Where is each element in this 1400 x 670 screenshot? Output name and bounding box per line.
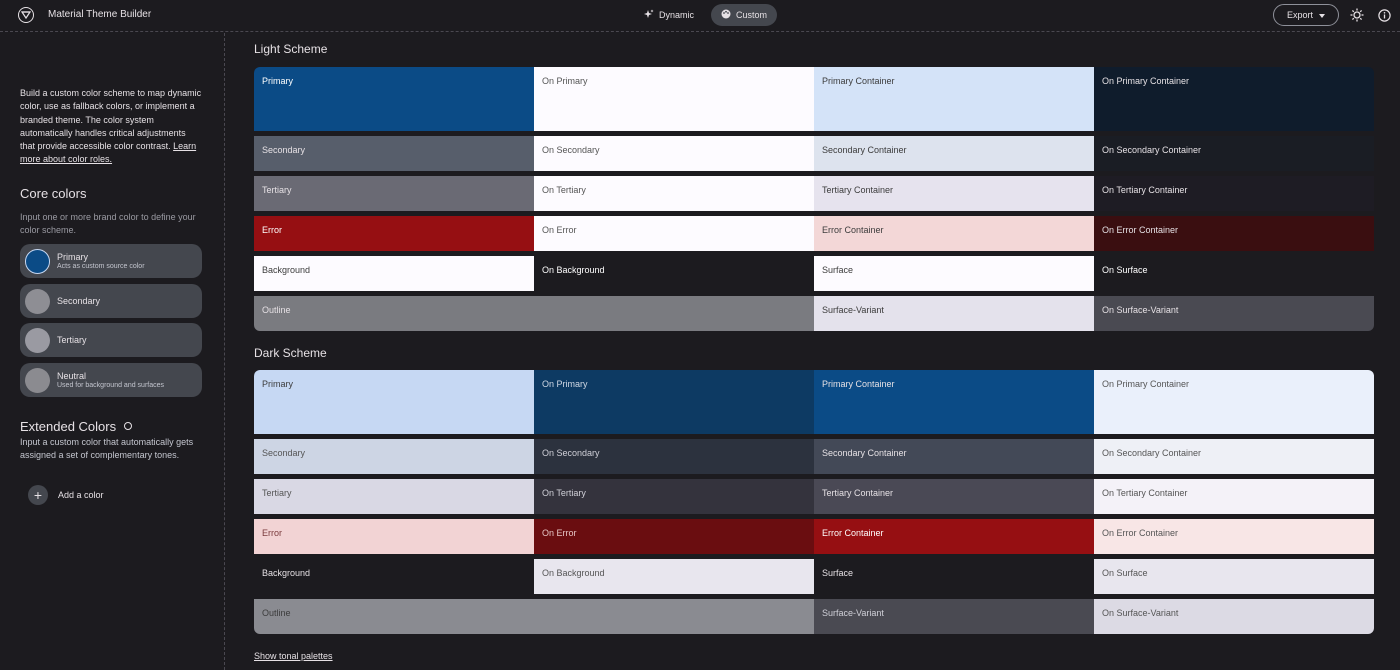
extended-colors-title: Extended Colors — [20, 419, 132, 434]
color-role-outline[interactable]: Outline — [254, 296, 814, 331]
sparkle-icon — [644, 9, 654, 21]
add-color-button[interactable]: + Add a color — [28, 485, 104, 505]
custom-mode-button[interactable]: Custom — [711, 4, 778, 26]
color-role-on-secondary-container[interactable]: On Secondary Container — [1094, 136, 1374, 171]
color-role-on-tertiary[interactable]: On Tertiary — [534, 479, 814, 514]
color-role-on-primary[interactable]: On Primary — [534, 370, 814, 434]
chip-label: Primary — [57, 252, 88, 262]
info-icon[interactable] — [1376, 7, 1392, 23]
chip-sublabel: Acts as custom source color — [57, 263, 145, 270]
tertiary-swatch[interactable] — [25, 327, 50, 353]
color-role-on-tertiary-container[interactable]: On Tertiary Container — [1094, 479, 1374, 514]
add-color-label: Add a color — [58, 490, 104, 500]
color-role-tertiary-container[interactable]: Tertiary Container — [814, 176, 1094, 211]
color-role-on-surface[interactable]: On Surface — [1094, 256, 1374, 291]
palette-icon — [721, 9, 731, 21]
color-role-outline[interactable]: Outline — [254, 599, 814, 634]
color-role-tertiary[interactable]: Tertiary — [254, 479, 534, 514]
core-colors-description: Input one or more brand color to define … — [20, 212, 196, 235]
color-role-surface[interactable]: Surface — [814, 256, 1094, 291]
neutral-swatch[interactable] — [25, 367, 50, 393]
help-icon[interactable] — [123, 422, 132, 430]
color-role-on-primary-container[interactable]: On Primary Container — [1094, 370, 1374, 434]
material-logo-icon[interactable] — [18, 7, 34, 23]
dark-scheme-grid: Primary On Primary Primary Container On Pri… — [254, 370, 1374, 634]
color-role-primary[interactable]: Primary — [254, 67, 534, 131]
color-role-on-secondary-container[interactable]: On Secondary Container — [1094, 439, 1374, 474]
color-role-background[interactable]: Background — [254, 559, 534, 594]
chip-label: Neutral — [57, 371, 87, 381]
color-role-on-tertiary[interactable]: On Tertiary — [534, 176, 814, 211]
color-role-surface-variant[interactable]: Surface-Variant — [814, 599, 1094, 634]
color-role-on-secondary[interactable]: On Secondary — [534, 136, 814, 171]
chip-label: Secondary — [57, 296, 101, 306]
color-role-on-background[interactable]: On Background — [534, 256, 814, 291]
color-role-error-container[interactable]: Error Container — [814, 519, 1094, 554]
dynamic-mode-label: Dynamic — [659, 10, 695, 20]
color-role-on-surface-variant[interactable]: On Surface-Variant — [1094, 296, 1374, 331]
export-label: Export — [1286, 10, 1313, 20]
light-scheme-grid: Primary On Primary Primary Container On Pri… — [254, 67, 1374, 331]
color-role-error[interactable]: Error — [254, 519, 534, 554]
extended-colors-description: Input a custom color that automatically … — [20, 437, 194, 460]
brightness-icon[interactable] — [1349, 7, 1365, 23]
color-role-on-error[interactable]: On Error — [534, 519, 814, 554]
core-color-neutral-chip[interactable]: Neutral Used for background and surfaces — [20, 363, 202, 397]
show-tonal-palettes-link[interactable]: Show tonal palettes — [254, 651, 333, 661]
sidebar: Build a custom color scheme to map dynam… — [0, 33, 225, 670]
color-role-on-primary-container[interactable]: On Primary Container — [1094, 67, 1374, 131]
core-color-tertiary-chip[interactable]: Tertiary — [20, 323, 202, 357]
primary-swatch[interactable] — [25, 248, 50, 274]
extended-colors-label: Extended Colors — [20, 419, 117, 434]
export-button[interactable]: Export — [1273, 4, 1339, 26]
color-role-on-background[interactable]: On Background — [534, 559, 814, 594]
dynamic-mode-button[interactable]: Dynamic — [634, 4, 704, 26]
secondary-swatch[interactable] — [25, 288, 50, 314]
color-role-secondary[interactable]: Secondary — [254, 136, 534, 171]
color-role-on-surface-variant[interactable]: On Surface-Variant — [1094, 599, 1374, 634]
dark-scheme-title: Dark Scheme — [254, 346, 327, 360]
chip-label: Tertiary — [57, 335, 87, 345]
color-role-on-error-container[interactable]: On Error Container — [1094, 216, 1374, 251]
color-role-secondary-container[interactable]: Secondary Container — [814, 136, 1094, 171]
core-color-primary-chip[interactable]: Primary Acts as custom source color — [20, 244, 202, 278]
color-role-background[interactable]: Background — [254, 256, 534, 291]
color-role-surface-variant[interactable]: Surface-Variant — [814, 296, 1094, 331]
color-role-on-primary[interactable]: On Primary — [534, 67, 814, 131]
app-title: Material Theme Builder — [48, 9, 152, 20]
color-role-on-secondary[interactable]: On Secondary — [534, 439, 814, 474]
color-role-primary-container[interactable]: Primary Container — [814, 370, 1094, 434]
color-role-surface[interactable]: Surface — [814, 559, 1094, 594]
dropdown-arrow-icon — [1319, 10, 1325, 20]
color-role-tertiary-container[interactable]: Tertiary Container — [814, 479, 1094, 514]
color-role-on-surface[interactable]: On Surface — [1094, 559, 1374, 594]
color-role-on-error-container[interactable]: On Error Container — [1094, 519, 1374, 554]
core-colors-title: Core colors — [20, 186, 87, 201]
core-color-secondary-chip[interactable]: Secondary — [20, 284, 202, 318]
color-role-tertiary[interactable]: Tertiary — [254, 176, 534, 211]
color-role-on-tertiary-container[interactable]: On Tertiary Container — [1094, 176, 1374, 211]
color-role-secondary-container[interactable]: Secondary Container — [814, 439, 1094, 474]
color-role-primary[interactable]: Primary — [254, 370, 534, 434]
top-app-bar: Material Theme Builder Dynamic Custom Ex… — [0, 0, 1400, 32]
custom-mode-label: Custom — [736, 10, 768, 20]
intro-text: Build a custom color scheme to map dynam… — [20, 87, 202, 167]
color-role-error-container[interactable]: Error Container — [814, 216, 1094, 251]
color-role-primary-container[interactable]: Primary Container — [814, 67, 1094, 131]
add-icon: + — [28, 485, 48, 505]
chip-sublabel: Used for background and surfaces — [57, 382, 165, 389]
color-role-error[interactable]: Error — [254, 216, 534, 251]
color-role-on-error[interactable]: On Error — [534, 216, 814, 251]
light-scheme-title: Light Scheme — [254, 42, 328, 56]
color-role-secondary[interactable]: Secondary — [254, 439, 534, 474]
